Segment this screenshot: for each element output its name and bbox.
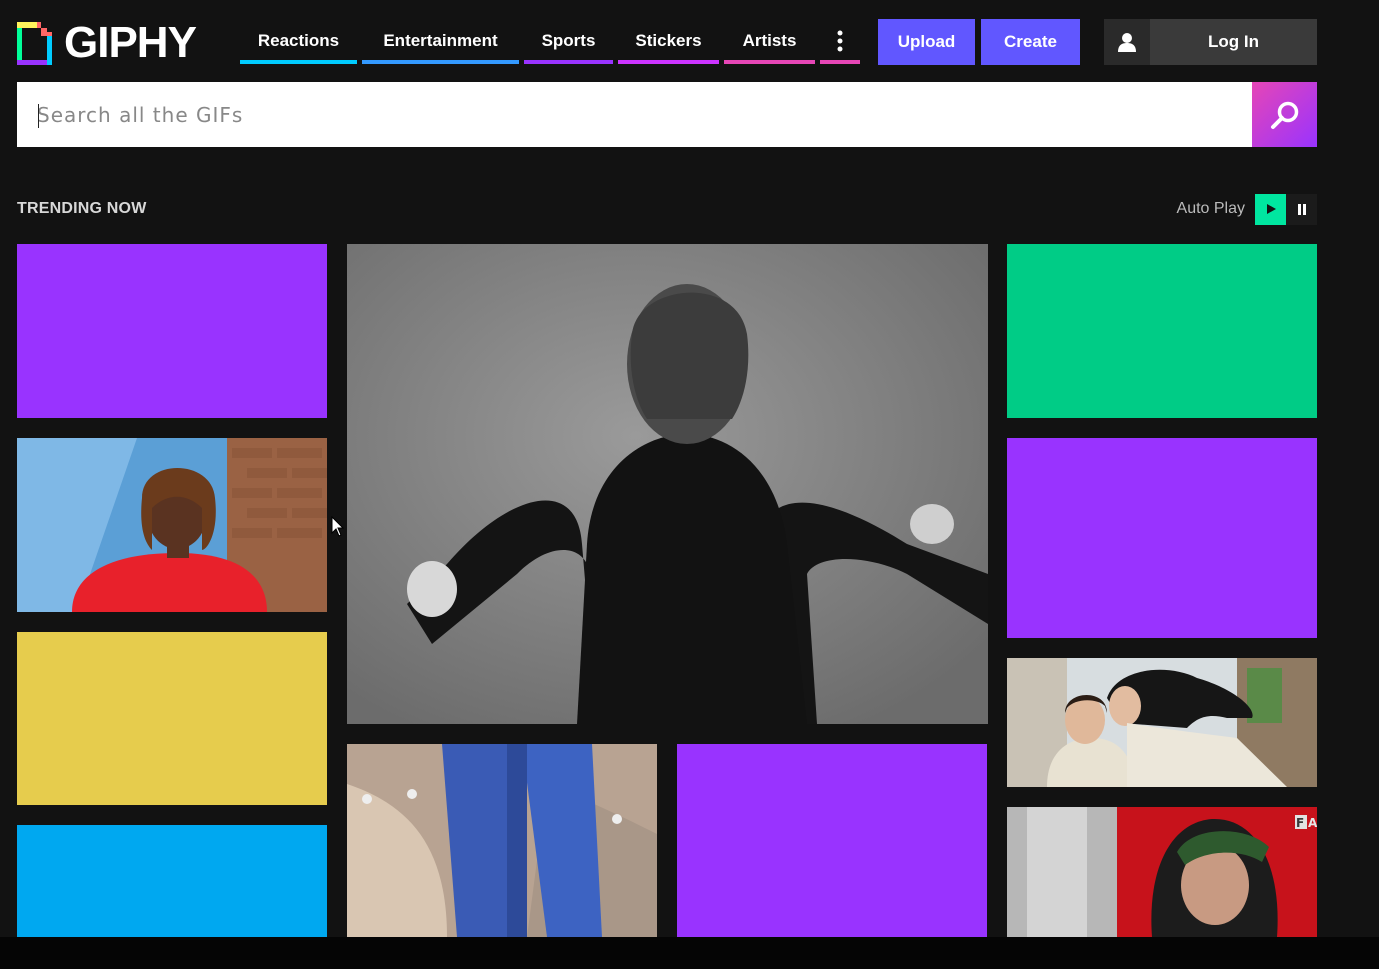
upload-button[interactable]: Upload [878,19,975,65]
user-icon [1104,19,1150,65]
gif-tile-placeholder[interactable] [17,244,327,418]
nav-more-button[interactable] [820,18,860,64]
trending-title: TRENDING NOW [17,200,147,217]
gif-thumbnail: F AD [1007,807,1317,937]
text-caret [38,104,39,128]
gif-tile-placeholder[interactable] [1007,438,1317,638]
nav-more-underline [820,60,860,64]
nav-sports-label: Sports [541,31,596,50]
mouse-cursor-icon [331,516,345,537]
search-button[interactable] [1252,82,1317,147]
autoplay-label: Auto Play [1176,200,1245,217]
gif-tile-placeholder[interactable] [17,632,327,805]
gif-thumbnail [1007,658,1317,787]
nav-reactions-underline [240,60,357,64]
search-bar [17,82,1317,147]
login-button[interactable]: Log In [1104,19,1317,65]
nav-artists-label: Artists [742,31,797,50]
gif-tile-jeans[interactable] [347,744,657,937]
login-label: Log In [1208,32,1259,51]
search-input[interactable] [17,82,1252,147]
search-icon [1270,101,1298,129]
autoplay-pause-button[interactable] [1286,193,1317,225]
play-icon [1266,204,1276,214]
nav-reactions[interactable]: Reactions [240,18,357,64]
gif-thumbnail [347,744,657,937]
gif-thumbnail [347,244,988,724]
gif-tile-placeholder[interactable] [1007,244,1317,418]
gif-badge-suffix: AD [1308,816,1317,830]
logo-wordmark: GIPHY [64,18,197,67]
main-nav: Reactions Entertainment Sports Stickers … [240,18,860,64]
gif-tile-hoodie[interactable]: F AD [1007,807,1317,937]
upload-button-label: Upload [897,32,956,51]
nav-reactions-label: Reactions [257,31,340,50]
nav-artists-underline [724,60,815,64]
giphy-logo-icon [17,21,52,65]
nav-entertainment-label: Entertainment [383,31,498,50]
nav-stickers-label: Stickers [635,31,702,50]
nav-entertainment-underline [362,60,519,64]
gif-thumbnail [17,438,327,612]
autoplay-controls: Auto Play [1177,193,1317,225]
gif-tile-placeholder[interactable] [677,744,987,937]
nav-stickers[interactable]: Stickers [618,18,719,64]
nav-artists[interactable]: Artists [724,18,815,64]
gif-badge-prefix: F [1296,816,1304,830]
more-vertical-icon [837,30,843,52]
nav-stickers-underline [618,60,719,64]
gif-tile-talkshow[interactable] [17,438,327,612]
autoplay-play-button[interactable] [1255,193,1286,225]
gif-tile-nuns[interactable] [1007,658,1317,787]
create-button-label: Create [1004,32,1057,51]
nav-sports-underline [524,60,613,64]
giphy-logo[interactable]: GIPHY [17,18,197,67]
pause-icon [1297,203,1306,215]
window-bottom-bar [0,937,1379,969]
create-button[interactable]: Create [981,19,1080,65]
nav-entertainment[interactable]: Entertainment [362,18,519,64]
gif-tile-featured[interactable] [347,244,988,724]
gif-tile-placeholder[interactable] [17,825,327,937]
nav-sports[interactable]: Sports [524,18,613,64]
